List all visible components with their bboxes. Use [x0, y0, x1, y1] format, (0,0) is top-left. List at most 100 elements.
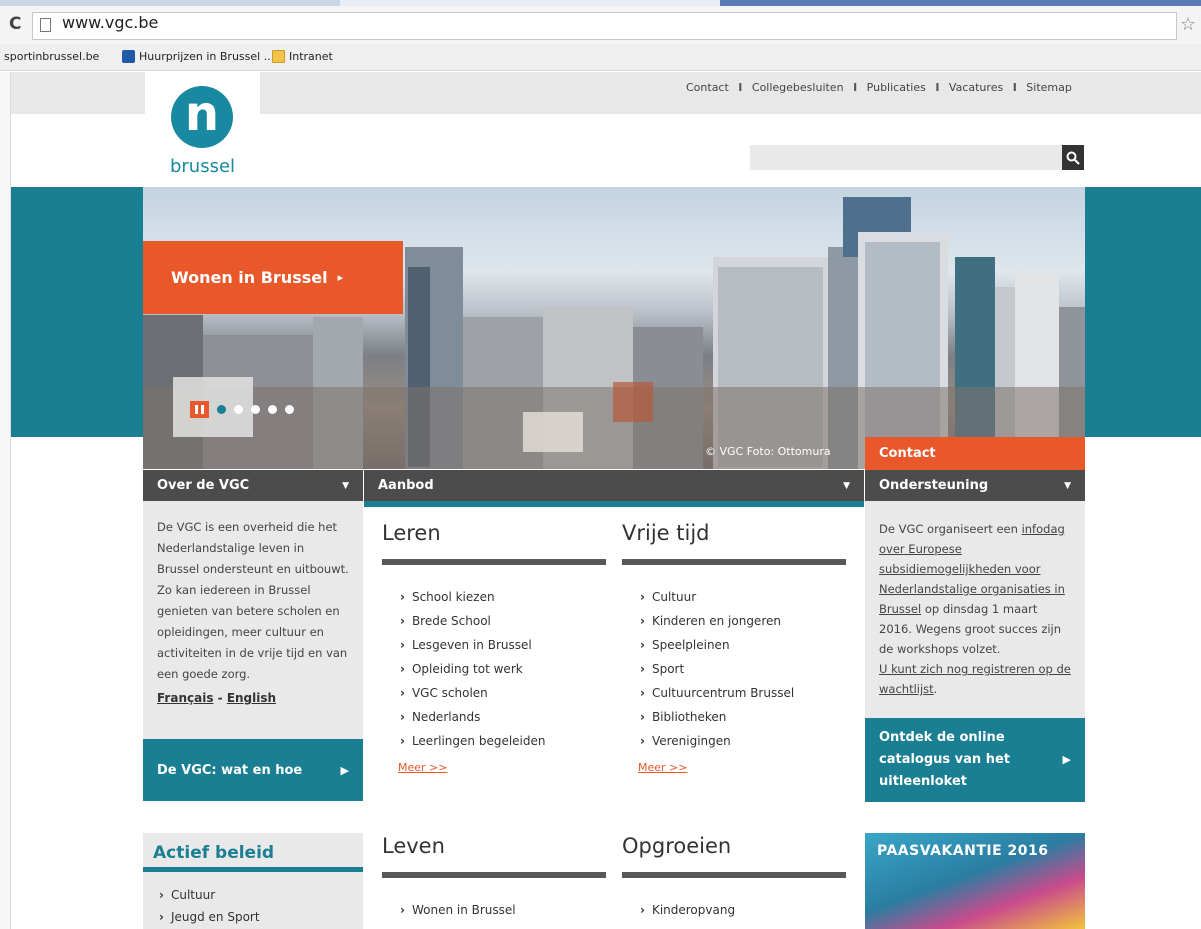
site-logo[interactable]: n brussel: [145, 72, 260, 184]
top-link-sitemap[interactable]: Sitemap: [1026, 81, 1072, 94]
cta-label: Ontdek de online catalogus van het uitle…: [879, 730, 1010, 789]
section-rule: [622, 559, 846, 565]
search-input[interactable]: [750, 145, 1062, 170]
list-item[interactable]: Cultuur: [640, 585, 846, 609]
list-item[interactable]: Opleiding tot werk: [400, 657, 606, 681]
vrije-tijd-more-link[interactable]: Meer >>: [638, 761, 687, 774]
contact-tab[interactable]: Contact: [865, 437, 1085, 470]
text-fragment: .: [933, 682, 938, 696]
search-icon: [1066, 151, 1080, 165]
bookmark-label: Huurprijzen in Brussel ...: [139, 50, 275, 63]
top-link-contact[interactable]: Contact: [686, 81, 729, 94]
carousel-dot[interactable]: [268, 405, 277, 414]
over-de-vgc-header[interactable]: Over de VGC ▼: [143, 470, 363, 501]
column-header-label: Ondersteuning: [879, 478, 989, 493]
leven-section: Leven Wonen in Brussel: [382, 820, 606, 922]
right-column: Contact Ondersteuning ▼ De VGC organisee…: [865, 437, 1085, 802]
vrije-tijd-list: Cultuur Kinderen en jongeren Speelpleine…: [622, 585, 846, 753]
carousel-dot[interactable]: [217, 405, 226, 414]
lang-link-french[interactable]: Français: [157, 691, 213, 705]
opgroeien-list: Kinderopvang: [622, 898, 846, 922]
carousel-dot[interactable]: [234, 405, 243, 414]
page-left-edge: [0, 72, 11, 929]
pause-icon[interactable]: [190, 401, 209, 418]
catalogus-button[interactable]: Ontdek de online catalogus van het uitle…: [865, 718, 1085, 802]
list-item[interactable]: Leerlingen begeleiden: [400, 729, 606, 753]
column-header-label: Over de VGC: [157, 478, 250, 493]
bookmark-label: sportinbrussel.be: [4, 50, 100, 63]
separator: I: [935, 81, 940, 94]
ondersteuning-header[interactable]: Ondersteuning ▼: [865, 470, 1085, 501]
arrow-right-icon: ▸: [337, 271, 344, 284]
lang-link-english[interactable]: English: [227, 691, 276, 705]
favicon-icon: [122, 50, 135, 63]
ondersteuning-text: De VGC organiseert een infodag over Euro…: [865, 501, 1085, 699]
reload-icon[interactable]: C: [9, 14, 21, 34]
list-item[interactable]: Jeugd en Sport: [159, 910, 363, 929]
bookmarks-bar: sportinbrussel.be Huurprijzen in Brussel…: [0, 44, 1201, 71]
search-button[interactable]: [1062, 145, 1084, 170]
leren-section: Leren School kiezen Brede School Lesgeve…: [382, 507, 606, 775]
section-title: Leren: [382, 521, 441, 545]
separator: I: [738, 81, 743, 94]
list-item[interactable]: Speelpleinen: [640, 633, 846, 657]
aanbod-column: Aanbod ▼ Leren School kiezen Brede Schoo…: [364, 470, 864, 807]
section-rule: [382, 872, 606, 878]
carousel-dot[interactable]: [251, 405, 260, 414]
over-de-vgc-column: Over de VGC ▼ De VGC is een overheid die…: [143, 470, 363, 801]
list-item[interactable]: Kinderopvang: [640, 898, 846, 922]
over-de-vgc-text: De VGC is een overheid die het Nederland…: [157, 520, 349, 681]
hero-photo-credit: © VGC Foto: Ottomura: [705, 445, 831, 458]
list-item[interactable]: Cultuur: [159, 888, 363, 910]
wachtlijst-link[interactable]: U kunt zich nog registreren op de wachtl…: [879, 662, 1071, 696]
list-item[interactable]: Verenigingen: [640, 729, 846, 753]
chevron-down-icon: ▼: [843, 480, 850, 491]
logo-circle-icon: n: [171, 86, 233, 148]
browser-tab-strip: [0, 0, 1201, 6]
bookmark-sportinbrussel[interactable]: sportinbrussel.be: [4, 50, 99, 63]
aanbod-header[interactable]: Aanbod ▼: [364, 470, 864, 501]
top-navigation: Contact I Collegebesluiten I Publicaties…: [683, 81, 1075, 94]
aanbod-body: Leren School kiezen Brede School Lesgeve…: [364, 507, 864, 807]
bookmark-intranet[interactable]: Intranet: [272, 50, 333, 63]
bookmark-star-icon[interactable]: ☆: [1180, 14, 1196, 35]
lang-separator: -: [213, 691, 227, 705]
section-rule: [622, 872, 846, 878]
section-title: Opgroeien: [622, 834, 732, 858]
actief-beleid-title: Actief beleid: [153, 843, 275, 863]
bookmark-huurprijzen[interactable]: Huurprijzen in Brussel ...: [122, 50, 274, 63]
hero-cta-label: Wonen in Brussel: [171, 268, 328, 287]
promo-title: PAASVAKANTIE 2016: [877, 843, 1049, 859]
play-right-icon: ▶: [340, 763, 349, 777]
list-item[interactable]: Cultuurcentrum Brussel: [640, 681, 846, 705]
page-icon: [40, 18, 51, 32]
leren-list: School kiezen Brede School Lesgeven in B…: [382, 585, 606, 753]
list-item[interactable]: Lesgeven in Brussel: [400, 633, 606, 657]
hero-cta-button[interactable]: Wonen in Brussel ▸: [143, 241, 403, 314]
list-item[interactable]: Wonen in Brussel: [400, 898, 606, 922]
cta-label: De VGC: wat en hoe: [157, 762, 303, 778]
carousel-dot[interactable]: [285, 405, 294, 414]
city-skyline-illustration: [143, 197, 1085, 469]
url-text[interactable]: www.vgc.be: [62, 13, 158, 32]
separator: I: [1012, 81, 1017, 94]
list-item[interactable]: Kinderen en jongeren: [640, 609, 846, 633]
top-link-vacatures[interactable]: Vacatures: [949, 81, 1003, 94]
actief-beleid-panel: Actief beleid Cultuur Jeugd en Sport: [143, 833, 363, 929]
list-item[interactable]: Nederlands: [400, 705, 606, 729]
hero-image: [143, 187, 1085, 469]
logo-text: brussel: [169, 156, 236, 177]
list-item[interactable]: Brede School: [400, 609, 606, 633]
top-link-collegebesluiten[interactable]: Collegebesluiten: [752, 81, 844, 94]
separator: I: [853, 81, 858, 94]
address-bar[interactable]: [32, 12, 1177, 40]
list-item[interactable]: School kiezen: [400, 585, 606, 609]
top-link-publicaties[interactable]: Publicaties: [867, 81, 926, 94]
leren-more-link[interactable]: Meer >>: [398, 761, 447, 774]
list-item[interactable]: Sport: [640, 657, 846, 681]
bookmark-label: Intranet: [289, 50, 333, 63]
paasvakantie-promo[interactable]: PAASVAKANTIE 2016: [865, 833, 1085, 929]
list-item[interactable]: Bibliotheken: [640, 705, 846, 729]
list-item[interactable]: VGC scholen: [400, 681, 606, 705]
vgc-wat-en-hoe-button[interactable]: De VGC: wat en hoe ▶: [143, 739, 363, 801]
